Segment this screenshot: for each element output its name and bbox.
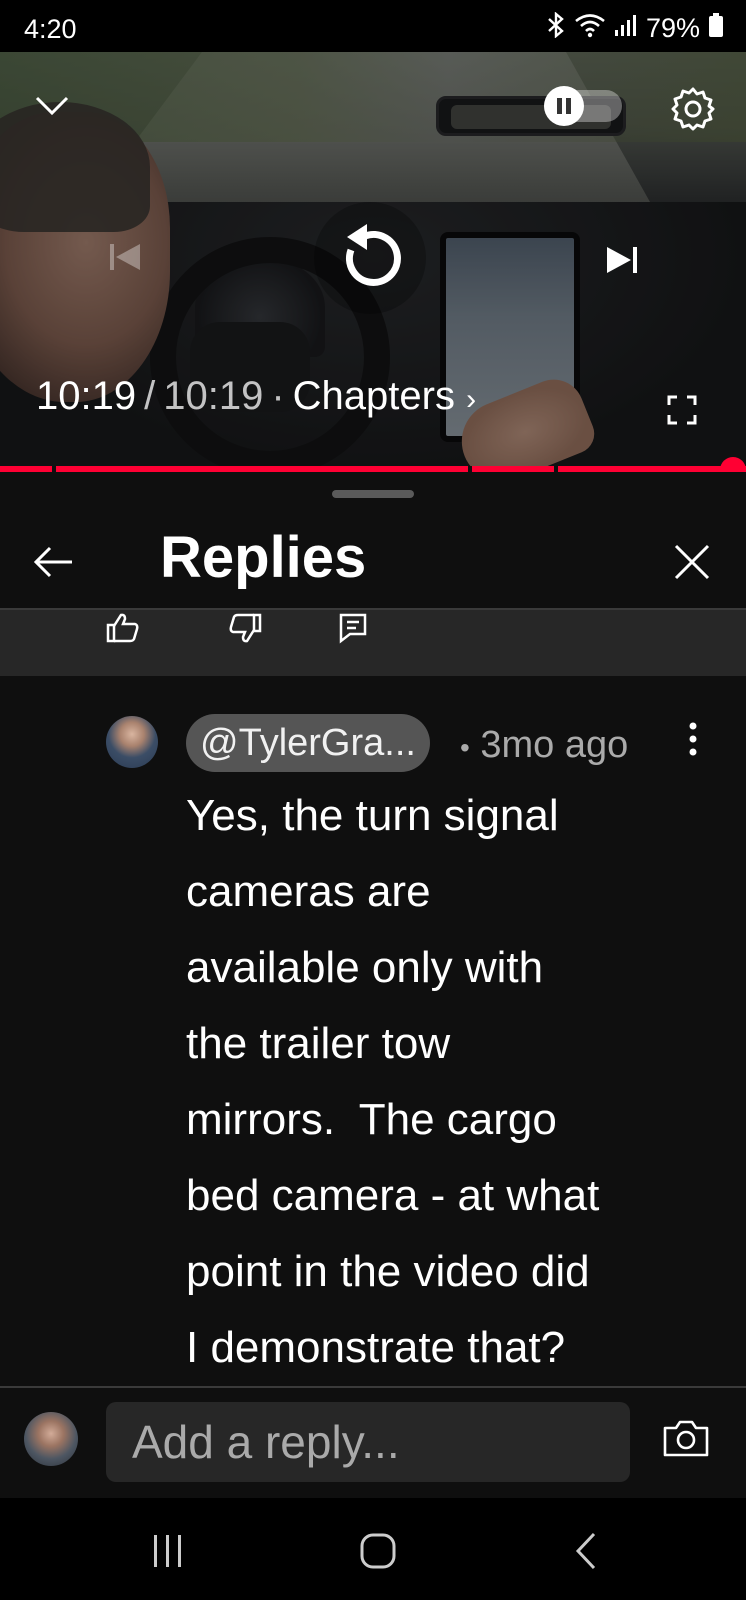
page-title: Replies: [160, 525, 367, 590]
previous-icon[interactable]: [100, 232, 150, 282]
author-name[interactable]: @TylerGra...: [186, 714, 430, 772]
reply-input[interactable]: [106, 1402, 630, 1482]
bluetooth-icon: [546, 11, 566, 45]
battery-percent: 79%: [645, 13, 700, 43]
time-display: 10:19 / 10:19 · Chapters ›: [36, 374, 476, 419]
back-icon[interactable]: [556, 1526, 616, 1576]
drag-handle[interactable]: [332, 490, 414, 498]
autoplay-toggle[interactable]: [544, 86, 622, 126]
pause-icon: [544, 86, 584, 126]
status-time: 4:20: [24, 14, 77, 44]
dot-separator: ·: [271, 374, 285, 418]
battery-icon: [708, 12, 724, 45]
comment-text: Yes, the turn signal cameras are availab…: [186, 791, 600, 1372]
recents-icon[interactable]: [138, 1526, 198, 1576]
chapters-label: Chapters: [292, 374, 455, 418]
signal-icon: [614, 13, 638, 44]
next-icon[interactable]: [590, 230, 654, 290]
avatar: [24, 1412, 78, 1466]
more-vertical-icon[interactable]: [676, 716, 710, 762]
current-time: 10:19: [36, 374, 137, 418]
status-icons: 79%: [546, 11, 724, 45]
thumbs-up-icon[interactable]: [106, 612, 146, 652]
wifi-icon: [574, 12, 606, 45]
panel-header: Replies: [0, 512, 746, 608]
chevron-right-icon: ›: [466, 383, 477, 416]
thumbs-down-icon[interactable]: [228, 612, 268, 652]
status-bar: 4:20 79%: [0, 0, 746, 52]
fullscreen-icon[interactable]: [660, 388, 704, 432]
chapters-button[interactable]: Chapters ›: [293, 374, 476, 419]
time-ago: 3mo ago: [480, 724, 629, 766]
parent-comment-actions: [0, 610, 746, 676]
arrow-left-icon[interactable]: [30, 538, 78, 586]
comment-meta: • 3mo ago: [460, 724, 628, 767]
avatar[interactable]: [106, 716, 158, 768]
replay-icon[interactable]: [314, 202, 426, 314]
camera-icon[interactable]: [662, 1418, 712, 1464]
reply-composer: [0, 1388, 746, 1498]
gear-icon[interactable]: [668, 84, 718, 134]
reply-icon[interactable]: [338, 612, 378, 652]
system-nav-bar: [0, 1498, 746, 1600]
chevron-down-icon[interactable]: [30, 84, 74, 128]
replies-panel: Replies @TylerGra... • 3mo ago Yes, the …: [0, 472, 746, 1472]
home-icon[interactable]: [348, 1526, 408, 1576]
close-icon[interactable]: [668, 538, 716, 586]
time-separator: /: [144, 374, 156, 418]
duration: 10:19: [163, 374, 264, 418]
video-player[interactable]: 10:19 / 10:19 · Chapters ›: [0, 52, 746, 472]
meta-bullet: •: [460, 732, 470, 763]
